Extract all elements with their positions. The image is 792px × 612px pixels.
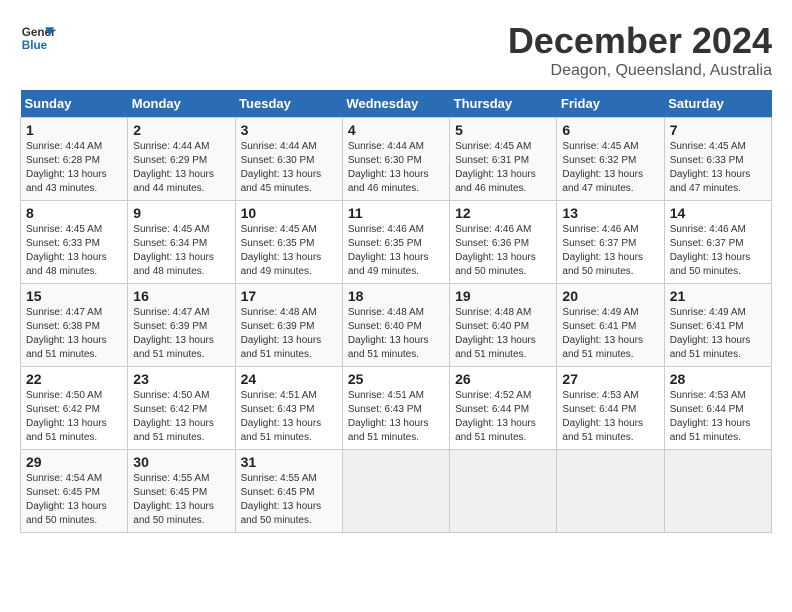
- calendar-week: 22 Sunrise: 4:50 AM Sunset: 6:42 PM Dayl…: [21, 367, 772, 450]
- table-row: 13 Sunrise: 4:46 AM Sunset: 6:37 PM Dayl…: [557, 201, 664, 284]
- table-row: 20 Sunrise: 4:49 AM Sunset: 6:41 PM Dayl…: [557, 284, 664, 367]
- calendar-week: 8 Sunrise: 4:45 AM Sunset: 6:33 PM Dayli…: [21, 201, 772, 284]
- col-monday: Monday: [128, 90, 235, 118]
- table-row: 24 Sunrise: 4:51 AM Sunset: 6:43 PM Dayl…: [235, 367, 342, 450]
- table-row: 27 Sunrise: 4:53 AM Sunset: 6:44 PM Dayl…: [557, 367, 664, 450]
- table-row: 26 Sunrise: 4:52 AM Sunset: 6:44 PM Dayl…: [450, 367, 557, 450]
- table-row: 11 Sunrise: 4:46 AM Sunset: 6:35 PM Dayl…: [342, 201, 449, 284]
- col-thursday: Thursday: [450, 90, 557, 118]
- table-row: 10 Sunrise: 4:45 AM Sunset: 6:35 PM Dayl…: [235, 201, 342, 284]
- table-row: 21 Sunrise: 4:49 AM Sunset: 6:41 PM Dayl…: [664, 284, 771, 367]
- table-row: 25 Sunrise: 4:51 AM Sunset: 6:43 PM Dayl…: [342, 367, 449, 450]
- table-row: 31 Sunrise: 4:55 AM Sunset: 6:45 PM Dayl…: [235, 450, 342, 533]
- title-area: December 2024 Deagon, Queensland, Austra…: [508, 20, 772, 80]
- col-friday: Friday: [557, 90, 664, 118]
- empty-cell: [342, 450, 449, 533]
- page-header: General Blue December 2024 Deagon, Queen…: [20, 20, 772, 80]
- table-row: 3 Sunrise: 4:44 AM Sunset: 6:30 PM Dayli…: [235, 118, 342, 201]
- table-row: 6 Sunrise: 4:45 AM Sunset: 6:32 PM Dayli…: [557, 118, 664, 201]
- calendar-week: 1 Sunrise: 4:44 AM Sunset: 6:28 PM Dayli…: [21, 118, 772, 201]
- col-wednesday: Wednesday: [342, 90, 449, 118]
- table-row: 5 Sunrise: 4:45 AM Sunset: 6:31 PM Dayli…: [450, 118, 557, 201]
- table-row: 8 Sunrise: 4:45 AM Sunset: 6:33 PM Dayli…: [21, 201, 128, 284]
- location-title: Deagon, Queensland, Australia: [508, 62, 772, 80]
- col-saturday: Saturday: [664, 90, 771, 118]
- table-row: 4 Sunrise: 4:44 AM Sunset: 6:30 PM Dayli…: [342, 118, 449, 201]
- table-row: 17 Sunrise: 4:48 AM Sunset: 6:39 PM Dayl…: [235, 284, 342, 367]
- empty-cell: [557, 450, 664, 533]
- calendar-week: 15 Sunrise: 4:47 AM Sunset: 6:38 PM Dayl…: [21, 284, 772, 367]
- svg-text:Blue: Blue: [22, 39, 48, 52]
- table-row: 18 Sunrise: 4:48 AM Sunset: 6:40 PM Dayl…: [342, 284, 449, 367]
- table-row: 23 Sunrise: 4:50 AM Sunset: 6:42 PM Dayl…: [128, 367, 235, 450]
- header-row: Sunday Monday Tuesday Wednesday Thursday…: [21, 90, 772, 118]
- logo: General Blue: [20, 20, 56, 56]
- table-row: 1 Sunrise: 4:44 AM Sunset: 6:28 PM Dayli…: [21, 118, 128, 201]
- table-row: 19 Sunrise: 4:48 AM Sunset: 6:40 PM Dayl…: [450, 284, 557, 367]
- logo-icon: General Blue: [20, 20, 56, 56]
- table-row: 14 Sunrise: 4:46 AM Sunset: 6:37 PM Dayl…: [664, 201, 771, 284]
- table-row: 30 Sunrise: 4:55 AM Sunset: 6:45 PM Dayl…: [128, 450, 235, 533]
- month-title: December 2024: [508, 20, 772, 62]
- empty-cell: [664, 450, 771, 533]
- table-row: 22 Sunrise: 4:50 AM Sunset: 6:42 PM Dayl…: [21, 367, 128, 450]
- calendar-week: 29 Sunrise: 4:54 AM Sunset: 6:45 PM Dayl…: [21, 450, 772, 533]
- table-row: 15 Sunrise: 4:47 AM Sunset: 6:38 PM Dayl…: [21, 284, 128, 367]
- table-row: 12 Sunrise: 4:46 AM Sunset: 6:36 PM Dayl…: [450, 201, 557, 284]
- col-tuesday: Tuesday: [235, 90, 342, 118]
- calendar-table: Sunday Monday Tuesday Wednesday Thursday…: [20, 90, 772, 533]
- table-row: 29 Sunrise: 4:54 AM Sunset: 6:45 PM Dayl…: [21, 450, 128, 533]
- table-row: 16 Sunrise: 4:47 AM Sunset: 6:39 PM Dayl…: [128, 284, 235, 367]
- empty-cell: [450, 450, 557, 533]
- table-row: 7 Sunrise: 4:45 AM Sunset: 6:33 PM Dayli…: [664, 118, 771, 201]
- col-sunday: Sunday: [21, 90, 128, 118]
- table-row: 2 Sunrise: 4:44 AM Sunset: 6:29 PM Dayli…: [128, 118, 235, 201]
- table-row: 9 Sunrise: 4:45 AM Sunset: 6:34 PM Dayli…: [128, 201, 235, 284]
- table-row: 28 Sunrise: 4:53 AM Sunset: 6:44 PM Dayl…: [664, 367, 771, 450]
